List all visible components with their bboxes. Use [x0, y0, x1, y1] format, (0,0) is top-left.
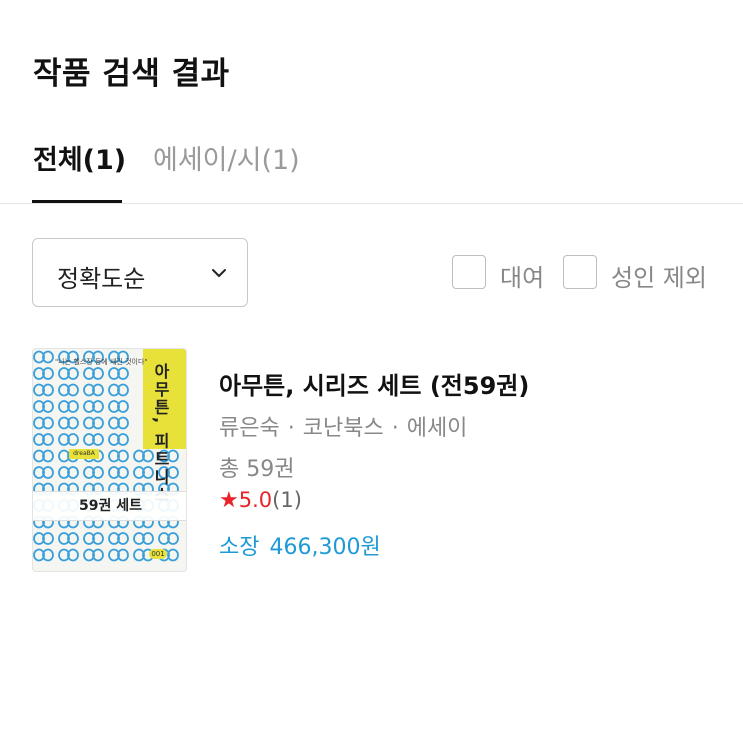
price-amount: 466,300원	[269, 535, 381, 560]
star-icon: ★	[219, 488, 239, 513]
cover-set-label: 59권 세트	[33, 491, 186, 521]
exclude-adult-filter[interactable]: 성인 제외	[563, 255, 733, 292]
book-title[interactable]: 아무튼, 시리즈 세트 (전59권)	[219, 366, 529, 401]
exclude-adult-checkbox[interactable]	[563, 255, 597, 289]
rental-filter-label: 대여	[500, 264, 545, 292]
book-volume-count: 총 59권	[219, 457, 295, 482]
chevron-down-icon	[212, 269, 226, 277]
meta-separator: ·	[391, 416, 399, 441]
book-rating: ★5.0(1)	[219, 488, 302, 518]
book-cover[interactable]: "나는 헬스장 등에 새긴 것이다" 아무튼, 피트니스 dreaBA 59권 …	[33, 349, 186, 571]
cover-title: 아무튼, 피트니스	[151, 363, 170, 505]
search-results-page: 작품 검색 결과 전체(1) 에세이/시(1) 정확도순 대여 성인 제외 "나…	[0, 0, 743, 743]
tab-essay-poetry[interactable]: 에세이/시(1)	[153, 138, 300, 177]
sort-selected-label: 정확도순	[57, 265, 146, 293]
rating-score: 5.0	[238, 488, 273, 512]
tab-all[interactable]: 전체(1)	[33, 138, 126, 177]
cover-tagline: "나는 헬스장 등에 새긴 것이다"	[55, 358, 148, 366]
cover-number-badge: 001	[149, 549, 167, 559]
book-publisher[interactable]: 코난북스	[303, 416, 384, 441]
page-title: 작품 검색 결과	[33, 56, 230, 92]
cover-set-label-text: 59권 세트	[79, 498, 142, 514]
price-label: 소장	[219, 535, 260, 560]
sort-dropdown[interactable]: 정확도순	[32, 238, 248, 307]
book-category: 에세이	[406, 416, 468, 441]
rental-checkbox[interactable]	[452, 255, 486, 289]
book-meta: 류은숙 · 코난북스 · 에세이	[219, 410, 467, 442]
book-price: 소장 466,300원	[219, 529, 381, 561]
meta-separator: ·	[287, 416, 295, 441]
rental-filter[interactable]: 대여	[452, 255, 552, 292]
cover-publisher-mark: dreaBA	[69, 449, 99, 459]
rating-count: (1)	[272, 488, 302, 512]
book-author[interactable]: 류은숙	[219, 416, 280, 441]
tabs-divider	[0, 203, 743, 204]
category-tabs: 전체(1) 에세이/시(1)	[0, 128, 743, 204]
exclude-adult-filter-label: 성인 제외	[611, 264, 707, 292]
